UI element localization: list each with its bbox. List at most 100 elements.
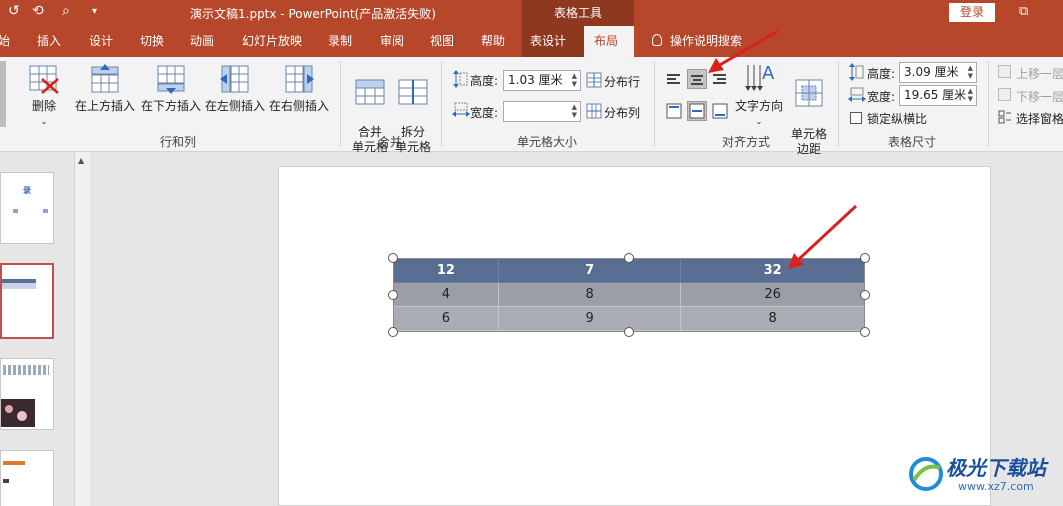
table-tools-context-label: 表格工具 bbox=[522, 0, 634, 26]
resize-handle[interactable] bbox=[388, 327, 398, 337]
cell-height-value: 1.03 厘米 bbox=[508, 73, 563, 87]
group-label-merge: 合并 bbox=[378, 135, 403, 149]
tab-review[interactable]: 审阅 bbox=[380, 26, 404, 57]
watermark-name: 极光下载站 bbox=[946, 456, 1046, 480]
tab-design[interactable]: 设计 bbox=[89, 26, 113, 57]
align-middle-icon[interactable] bbox=[687, 101, 707, 121]
ribbon-display-options-icon[interactable]: ⧉ bbox=[1019, 4, 1028, 19]
watermark-url: www.xz7.com bbox=[958, 480, 1034, 493]
table-cell[interactable]: 8 bbox=[497, 282, 682, 307]
select-button-partial[interactable] bbox=[0, 61, 6, 127]
table-cell[interactable]: 7 bbox=[497, 258, 682, 283]
distribute-rows-icon bbox=[586, 72, 602, 88]
cell-height-input[interactable]: 1.03 厘米 ▲ ▼ bbox=[503, 70, 581, 91]
scroll-up-icon[interactable]: ▲ bbox=[78, 156, 84, 165]
table-height-value: 3.09 厘米 bbox=[904, 65, 959, 79]
divider bbox=[654, 61, 655, 147]
resize-handle[interactable] bbox=[860, 327, 870, 337]
cell-margins-label: 单元格 边距 bbox=[790, 127, 827, 156]
divider bbox=[988, 61, 989, 147]
slide-thumbnail-1[interactable]: 录 bbox=[0, 172, 54, 244]
cell-height-icon bbox=[453, 70, 468, 88]
tab-view[interactable]: 视图 bbox=[430, 26, 454, 57]
slide-thumbnail-3[interactable] bbox=[0, 358, 54, 430]
align-bottom-icon[interactable] bbox=[710, 101, 730, 121]
spin-arrows-icon[interactable]: ▲ ▼ bbox=[968, 64, 973, 80]
print-preview-icon[interactable]: ⌕ bbox=[62, 3, 70, 19]
slide-thumbnail-2[interactable] bbox=[0, 263, 54, 339]
text-direction-button[interactable]: A 文字方向 ⌄ bbox=[734, 61, 784, 129]
tab-home[interactable]: 始 bbox=[0, 26, 10, 57]
insert-left-button[interactable]: 在左侧插入 bbox=[204, 63, 266, 114]
tab-transitions[interactable]: 切换 bbox=[140, 26, 164, 57]
table-cell[interactable]: 26 bbox=[680, 282, 865, 307]
resize-handle[interactable] bbox=[860, 290, 870, 300]
table-cell[interactable]: 8 bbox=[680, 306, 865, 331]
tab-help[interactable]: 帮助 bbox=[481, 26, 505, 57]
resize-handle[interactable] bbox=[624, 253, 634, 263]
resize-handle[interactable] bbox=[388, 290, 398, 300]
table-width-input[interactable]: 19.65 厘米 ▲ ▼ bbox=[899, 85, 977, 106]
table-cell[interactable]: 32 bbox=[680, 258, 865, 283]
spin-arrows-icon[interactable]: ▲ ▼ bbox=[968, 87, 973, 103]
tab-insert[interactable]: 插入 bbox=[37, 26, 61, 57]
insert-above-button[interactable]: 在上方插入 bbox=[74, 63, 136, 114]
tab-animations[interactable]: 动画 bbox=[190, 26, 214, 57]
insert-left-label: 在左侧插入 bbox=[204, 99, 265, 113]
align-left-icon[interactable] bbox=[664, 69, 684, 89]
thumbnail-text bbox=[3, 365, 49, 375]
bring-forward-icon bbox=[998, 65, 1011, 78]
login-button[interactable]: 登录 bbox=[949, 3, 995, 22]
tab-table-design[interactable]: 表设计 bbox=[522, 26, 584, 57]
table-cell[interactable]: 9 bbox=[497, 306, 682, 331]
insert-below-button[interactable]: 在下方插入 bbox=[140, 63, 202, 114]
resize-handle[interactable] bbox=[860, 253, 870, 263]
table-cell[interactable]: 4 bbox=[393, 282, 499, 307]
selection-pane-button[interactable]: 选择窗格 bbox=[1016, 110, 1063, 127]
cell-margins-button[interactable]: 单元格 边距 bbox=[788, 63, 830, 157]
title-bar: ↺ ⟲ ⌕ ▾ 演示文稿1.pptx - PowerPoint(产品激活失败) … bbox=[0, 0, 1063, 26]
divider bbox=[838, 61, 839, 147]
cell-margins-icon bbox=[795, 79, 823, 107]
resize-handle[interactable] bbox=[388, 253, 398, 263]
tab-slideshow[interactable]: 幻灯片放映 bbox=[242, 26, 302, 57]
resize-handle[interactable] bbox=[624, 327, 634, 337]
send-backward-button[interactable]: 下移一层 bbox=[1016, 88, 1063, 105]
text-direction-dropdown-icon: ⌄ bbox=[755, 117, 763, 126]
slide-table[interactable]: 12 7 32 4 8 26 6 9 8 bbox=[393, 258, 865, 331]
align-top-icon[interactable] bbox=[664, 101, 684, 121]
align-center-icon[interactable] bbox=[687, 69, 707, 89]
lock-aspect-label: 锁定纵横比 bbox=[867, 112, 928, 126]
table-height-input[interactable]: 3.09 厘米 ▲ ▼ bbox=[899, 62, 977, 83]
presentation-start-icon[interactable]: ⟲ bbox=[32, 3, 44, 19]
align-right-icon[interactable] bbox=[710, 69, 730, 89]
slide-thumbnail-4[interactable] bbox=[0, 450, 54, 506]
undo-icon[interactable]: ↺ bbox=[8, 3, 20, 19]
thumbnail-table-body bbox=[2, 283, 36, 289]
tab-layout[interactable]: 布局 bbox=[584, 26, 634, 57]
table-cell[interactable]: 12 bbox=[393, 258, 499, 283]
tab-record[interactable]: 录制 bbox=[328, 26, 352, 57]
distribute-rows-button[interactable]: 分布行 bbox=[604, 73, 640, 90]
svg-text:A: A bbox=[762, 63, 775, 84]
table-cell[interactable]: 6 bbox=[393, 306, 499, 331]
table-height-label: 高度: bbox=[867, 67, 896, 81]
spin-arrows-icon[interactable]: ▲ ▼ bbox=[572, 72, 577, 88]
distribute-columns-button[interactable]: 分布列 bbox=[604, 104, 640, 121]
cell-height-label: 高度: bbox=[470, 74, 499, 88]
text-direction-icon: A bbox=[745, 63, 775, 91]
tell-me-search[interactable]: 操作说明搜索 bbox=[652, 26, 742, 57]
cell-width-icon bbox=[452, 102, 470, 117]
insert-right-button[interactable]: 在右侧插入 bbox=[268, 63, 330, 114]
delete-dropdown-icon: ⌄ bbox=[40, 117, 48, 126]
table-row[interactable]: 4 8 26 bbox=[393, 282, 865, 307]
slide-canvas[interactable] bbox=[278, 166, 991, 506]
thumbnail-scrollbar[interactable]: ▲ bbox=[74, 152, 90, 506]
lock-aspect-checkbox[interactable] bbox=[850, 112, 862, 124]
watermark-logo-icon bbox=[909, 457, 943, 491]
delete-button[interactable]: 删除 ⌄ bbox=[24, 63, 64, 129]
spin-arrows-icon[interactable]: ▲ ▼ bbox=[572, 103, 577, 119]
cell-width-input[interactable]: ▲ ▼ bbox=[503, 101, 581, 122]
bring-forward-button[interactable]: 上移一层 bbox=[1016, 65, 1063, 82]
customize-qat-icon[interactable]: ▾ bbox=[92, 6, 97, 17]
